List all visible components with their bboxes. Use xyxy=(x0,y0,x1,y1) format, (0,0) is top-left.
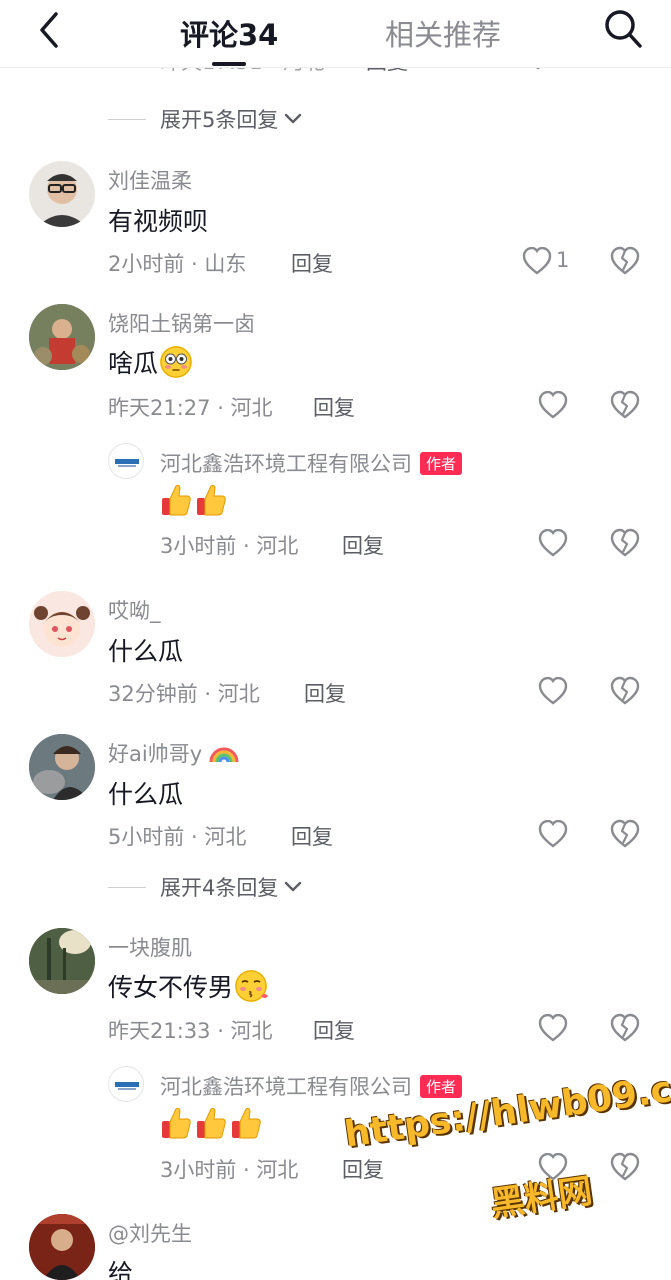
thumbs-up-emoji-icon xyxy=(230,1106,262,1140)
reply-button[interactable]: 回复 xyxy=(313,392,355,422)
tab-related[interactable]: 相关推荐 xyxy=(385,12,501,54)
dislike-icon[interactable] xyxy=(610,819,640,849)
comment-content: 啥瓜 xyxy=(108,344,193,380)
reply-username-row: 河北鑫浩环境工程有限公司 作者 xyxy=(160,448,463,478)
reply-meta: 3小时前 · 河北 xyxy=(160,1158,299,1182)
avatar[interactable] xyxy=(29,304,95,370)
reply-username-row: 河北鑫浩环境工程有限公司 作者 xyxy=(160,1071,463,1101)
avatar[interactable] xyxy=(29,161,95,227)
avatar[interactable] xyxy=(29,1214,95,1280)
header: 评论34 相关推荐 xyxy=(0,0,671,68)
like-icon[interactable] xyxy=(538,391,568,419)
rainbow-emoji-icon xyxy=(209,747,239,763)
comment-username[interactable]: 一块腹肌 xyxy=(108,932,192,962)
like-count: 1 xyxy=(556,248,570,272)
search-icon[interactable] xyxy=(603,8,643,50)
comment-meta: 32分钟前 · 河北 xyxy=(108,682,260,706)
expand-replies-label: 展开5条回复 xyxy=(160,108,279,132)
expand-replies-label: 展开4条回复 xyxy=(160,876,279,900)
avatar[interactable] xyxy=(108,443,144,479)
comment-username[interactable]: @刘先生 xyxy=(108,1218,192,1248)
comment-meta: 5小时前 · 河北 xyxy=(108,825,247,849)
comment-username[interactable]: 哎呦_ xyxy=(108,595,161,625)
like-icon[interactable] xyxy=(538,820,568,848)
reply-button[interactable]: 回复 xyxy=(342,1154,384,1184)
comment-username[interactable]: 刘佳温柔 xyxy=(108,165,192,195)
comment-text: 什么瓜 xyxy=(108,637,184,666)
comment-username-row: 好ai帅哥y xyxy=(108,738,239,768)
chevron-down-icon xyxy=(285,113,302,124)
like-icon[interactable] xyxy=(538,1014,568,1042)
thumbs-up-emoji-icon xyxy=(195,1106,227,1140)
dislike-icon[interactable] xyxy=(610,676,640,706)
chevron-down-icon xyxy=(285,881,302,892)
comment-content: 传女不传男 xyxy=(108,968,269,1004)
reply-meta: 3小时前 · 河北 xyxy=(160,534,299,558)
reply-username[interactable]: 河北鑫浩环境工程有限公司 xyxy=(160,1075,412,1099)
tab-comments[interactable]: 评论34 xyxy=(180,12,278,54)
dislike-icon[interactable] xyxy=(610,246,640,276)
avatar[interactable] xyxy=(29,591,95,657)
like-icon[interactable] xyxy=(538,529,568,557)
reply-button[interactable]: 回复 xyxy=(291,248,333,278)
like-icon[interactable] xyxy=(538,677,568,705)
comment-username[interactable]: 饶阳土锅第一卤 xyxy=(108,308,255,338)
reply-button[interactable]: 回复 xyxy=(342,530,384,560)
tab-indicator xyxy=(212,62,246,66)
avatar[interactable] xyxy=(29,734,95,800)
expand-replies-button[interactable]: 展开5条回复 xyxy=(108,104,302,134)
comment-text: 给 xyxy=(108,1259,134,1280)
flushed-face-emoji-icon xyxy=(160,346,193,378)
back-arrow-icon[interactable] xyxy=(32,10,68,50)
reply-button[interactable]: 回复 xyxy=(291,821,333,851)
comment-meta: 2小时前 · 山东 xyxy=(108,252,247,276)
divider-line xyxy=(108,886,146,888)
dislike-icon[interactable] xyxy=(610,1152,640,1182)
avatar[interactable] xyxy=(29,928,95,994)
dislike-icon[interactable] xyxy=(610,1013,640,1043)
comment-meta: 昨天21:33 · 河北 xyxy=(108,1019,273,1043)
comment-text: 有视频呗 xyxy=(108,207,209,236)
expand-replies-button[interactable]: 展开4条回复 xyxy=(108,872,302,902)
avatar[interactable] xyxy=(108,1066,144,1102)
author-badge: 作者 xyxy=(420,452,463,475)
reply-username[interactable]: 河北鑫浩环境工程有限公司 xyxy=(160,452,412,476)
reply-emoji-content xyxy=(160,1106,265,1140)
thumbs-up-emoji-icon xyxy=(160,1106,192,1140)
comment-text: 啥瓜 xyxy=(108,349,159,378)
watermark-name: 黑料网 xyxy=(488,1171,595,1225)
kissing-face-emoji-icon xyxy=(235,970,269,1002)
comment-username[interactable]: 好ai帅哥y xyxy=(108,742,202,766)
reply-button[interactable]: 回复 xyxy=(304,678,346,708)
reply-emoji-content xyxy=(160,483,230,517)
dislike-icon[interactable] xyxy=(610,528,640,558)
comment-text: 什么瓜 xyxy=(108,780,184,809)
thumbs-up-emoji-icon xyxy=(160,483,192,517)
thumbs-up-emoji-icon xyxy=(195,483,227,517)
comment-text: 传女不传男 xyxy=(108,973,234,1002)
like-icon[interactable] xyxy=(522,247,552,275)
divider-line xyxy=(108,118,146,120)
dislike-icon[interactable] xyxy=(610,390,640,420)
reply-button[interactable]: 回复 xyxy=(313,1015,355,1045)
comment-meta: 昨天21:27 · 河北 xyxy=(108,396,273,420)
author-badge: 作者 xyxy=(420,1075,463,1098)
